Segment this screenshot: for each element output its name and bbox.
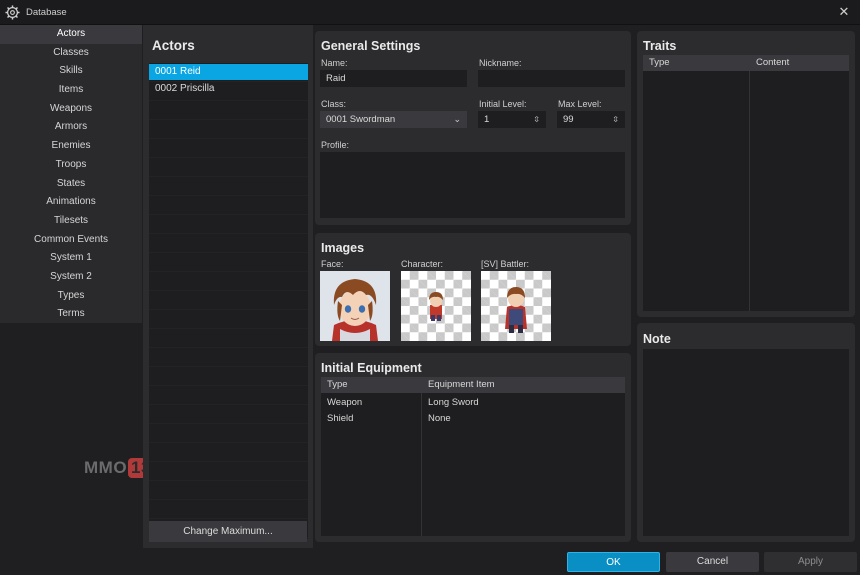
actors-panel: Actors 0001 Reid 0002 Priscilla xyxy=(143,25,313,548)
nav-item-states[interactable]: States xyxy=(0,175,142,194)
class-value: 0001 Swordman xyxy=(326,114,396,125)
initial-level-stepper[interactable]: 1 ⇳ xyxy=(478,111,546,128)
initial-level-value: 1 xyxy=(484,114,490,125)
change-maximum-button[interactable]: Change Maximum... xyxy=(149,521,307,542)
traits-table[interactable] xyxy=(643,71,849,311)
traits-table-header: Type Content xyxy=(643,55,849,71)
max-level-label: Max Level: xyxy=(558,99,602,109)
face-image[interactable] xyxy=(320,271,390,341)
cancel-button[interactable]: Cancel xyxy=(666,552,759,572)
equipment-col-item: Equipment Item xyxy=(428,379,495,390)
title-bar: Database ✕ xyxy=(0,0,860,25)
nav-item-armors[interactable]: Armors xyxy=(0,118,142,137)
nav-item-animations[interactable]: Animations xyxy=(0,193,142,212)
list-item[interactable]: 0001 Reid xyxy=(149,64,308,80)
nav-item-skills[interactable]: Skills xyxy=(0,62,142,81)
battler-sprite-icon xyxy=(505,287,527,333)
max-level-value: 99 xyxy=(563,114,574,125)
note-textarea[interactable] xyxy=(643,349,849,536)
nav-item-system-1[interactable]: System 1 xyxy=(0,249,142,268)
close-icon[interactable]: ✕ xyxy=(836,4,852,20)
column-divider xyxy=(421,393,422,536)
nav-item-actors[interactable]: Actors xyxy=(0,25,142,44)
nickname-field[interactable] xyxy=(478,70,625,87)
character-sprite-icon xyxy=(429,292,443,321)
equipment-col-type: Type xyxy=(327,379,348,390)
equipment-item-cell[interactable]: Long Sword xyxy=(428,397,479,408)
nav-item-troops[interactable]: Troops xyxy=(0,156,142,175)
name-label: Name: xyxy=(321,58,348,68)
traits-col-content: Content xyxy=(756,57,790,68)
class-label: Class: xyxy=(321,99,347,109)
actors-title: Actors xyxy=(152,38,195,53)
window-title: Database xyxy=(26,7,67,18)
nav-item-enemies[interactable]: Enemies xyxy=(0,137,142,156)
category-nav: Actors Classes Skills Items Weapons Armo… xyxy=(0,25,142,323)
equipment-type-cell[interactable]: Weapon xyxy=(327,397,362,408)
images-panel: Images Face: Character: [SV] Battler: xyxy=(315,233,631,346)
list-item[interactable]: 0002 Priscilla xyxy=(149,81,308,97)
chevron-down-icon: ⌄ xyxy=(453,114,461,124)
face-label: Face: xyxy=(321,259,344,269)
nav-item-classes[interactable]: Classes xyxy=(0,44,142,63)
apply-button[interactable]: Apply xyxy=(764,552,857,572)
actor-list[interactable]: 0001 Reid 0002 Priscilla xyxy=(149,63,308,539)
character-image[interactable] xyxy=(401,271,471,341)
equipment-table[interactable]: Weapon Long Sword Shield None xyxy=(321,393,625,536)
spinner-icon[interactable]: ⇳ xyxy=(612,111,619,128)
initial-equipment-panel: Initial Equipment Type Equipment Item We… xyxy=(315,353,631,542)
initial-level-label: Initial Level: xyxy=(479,99,527,109)
gear-icon xyxy=(5,5,20,20)
nickname-label: Nickname: xyxy=(479,58,522,68)
profile-textarea[interactable] xyxy=(320,152,625,218)
nav-item-system-2[interactable]: System 2 xyxy=(0,268,142,287)
name-field[interactable]: Raid xyxy=(320,70,467,87)
equipment-table-header: Type Equipment Item xyxy=(321,377,625,393)
nav-item-terms[interactable]: Terms xyxy=(0,305,142,324)
nav-item-items[interactable]: Items xyxy=(0,81,142,100)
traits-title: Traits xyxy=(643,39,677,53)
battler-label: [SV] Battler: xyxy=(481,259,530,269)
max-level-stepper[interactable]: 99 ⇳ xyxy=(557,111,625,128)
initial-equipment-title: Initial Equipment xyxy=(321,361,422,375)
spinner-icon[interactable]: ⇳ xyxy=(533,111,540,128)
general-settings-title: General Settings xyxy=(321,39,421,53)
ok-button[interactable]: OK xyxy=(567,552,660,572)
traits-col-type: Type xyxy=(649,57,670,68)
profile-label: Profile: xyxy=(321,140,350,150)
note-panel: Note xyxy=(637,323,855,542)
nav-item-weapons[interactable]: Weapons xyxy=(0,100,142,119)
nav-item-common-events[interactable]: Common Events xyxy=(0,231,142,250)
general-settings-panel: General Settings Name: Raid Nickname: Cl… xyxy=(315,31,631,225)
equipment-type-cell[interactable]: Shield xyxy=(327,413,353,424)
column-divider xyxy=(749,71,750,311)
nav-item-types[interactable]: Types xyxy=(0,287,142,306)
note-title: Note xyxy=(643,332,671,346)
equipment-item-cell[interactable]: None xyxy=(428,413,451,424)
images-title: Images xyxy=(321,241,365,255)
nav-item-tilesets[interactable]: Tilesets xyxy=(0,212,142,231)
class-select[interactable]: 0001 Swordman ⌄ xyxy=(320,111,467,128)
traits-panel: Traits Type Content xyxy=(637,31,855,317)
character-label: Character: xyxy=(401,259,444,269)
battler-image[interactable] xyxy=(481,271,551,341)
